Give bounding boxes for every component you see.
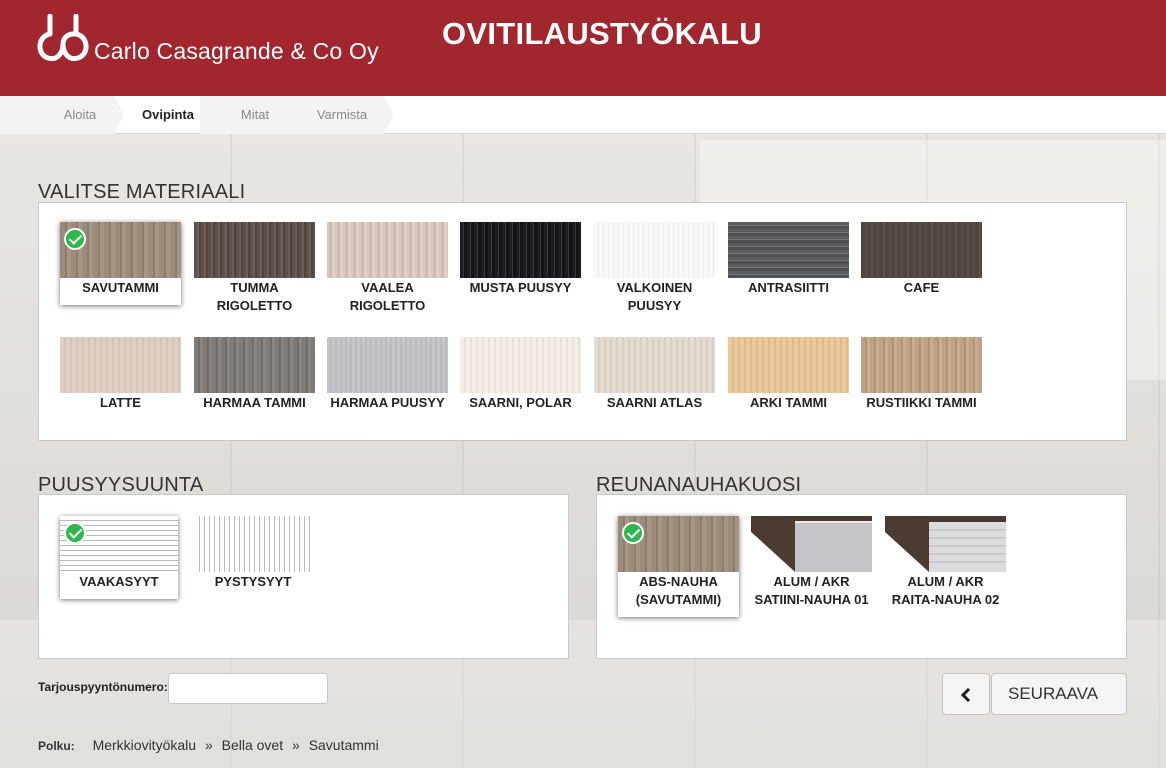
path-separator: » xyxy=(292,737,300,753)
next-button[interactable]: SEURAAVA xyxy=(991,673,1127,715)
material-swatch[interactable]: HARMAA TAMMI xyxy=(194,337,315,412)
material-swatch[interactable]: MUSTA PUUSYY xyxy=(460,222,581,297)
edge-swatch[interactable]: ABS-NAUHA (SAVUTAMMI) xyxy=(618,516,739,617)
material-swatch[interactable]: TUMMA RIGOLETTO xyxy=(194,222,315,315)
material-image xyxy=(861,337,982,393)
path-label: Polku: xyxy=(38,739,75,753)
path-current: Savutammi xyxy=(308,737,379,753)
material-swatch[interactable]: VAALEA RIGOLETTO xyxy=(327,222,448,315)
quote-number-input[interactable] xyxy=(168,673,328,704)
material-label: HARMAA TAMMI xyxy=(203,395,306,410)
chevron-left-icon xyxy=(960,687,976,703)
check-icon xyxy=(64,228,86,250)
step-ovipinta[interactable]: Ovipinta xyxy=(130,96,206,134)
check-icon xyxy=(64,522,86,544)
back-button[interactable] xyxy=(942,673,990,715)
material-label: SAARNI, POLAR xyxy=(469,395,572,410)
edge-panel: ABS-NAUHA (SAVUTAMMI) ALUM / AKR SATIINI… xyxy=(596,494,1127,659)
grain-label: VAAKASYYT xyxy=(79,574,159,589)
path-link-bella[interactable]: Bella ovet xyxy=(222,737,283,753)
step-divider xyxy=(114,96,124,134)
edge-label: ALUM / AKR SATIINI-NAUHA 01 xyxy=(754,574,869,607)
material-label: ANTRASIITTI xyxy=(748,280,829,295)
material-label: MUSTA PUUSYY xyxy=(469,280,572,295)
material-label: VAALEA RIGOLETTO xyxy=(349,280,426,313)
material-image xyxy=(594,222,715,278)
material-label: VALKOINEN PUUSYY xyxy=(616,280,693,313)
material-image xyxy=(327,222,448,278)
vertical-grain-icon xyxy=(195,516,311,572)
material-section-title: VALITSE MATERIAALI xyxy=(38,181,246,203)
step-mitat[interactable]: Mitat xyxy=(222,96,288,134)
material-panel: SAVUTAMMI TUMMA RIGOLETTO VAALEA RIGOLET… xyxy=(38,202,1127,441)
company-logo-icon xyxy=(37,14,89,62)
material-label: RUSTIIKKI TAMMI xyxy=(866,395,977,410)
material-label: TUMMA RIGOLETTO xyxy=(216,280,293,313)
material-label: LATTE xyxy=(100,395,141,410)
edge-label: ALUM / AKR RAITA-NAUHA 02 xyxy=(891,574,1000,607)
material-image xyxy=(594,337,715,393)
quote-number-label: Tarjouspyyntönumero: xyxy=(38,680,168,694)
material-image xyxy=(194,337,315,393)
material-swatch[interactable]: RUSTIIKKI TAMMI xyxy=(861,337,982,412)
edge-swatch[interactable]: ALUM / AKR SATIINI-NAUHA 01 xyxy=(751,516,872,609)
path-separator: » xyxy=(204,737,213,753)
material-swatch[interactable]: ARKI TAMMI xyxy=(728,337,849,412)
material-label: SAARNI ATLAS xyxy=(606,395,703,410)
header-bar: Carlo Casagrande & Co Oy OVITILAUSTYÖKAL… xyxy=(0,0,1166,96)
material-swatch[interactable]: VALKOINEN PUUSYY xyxy=(594,222,715,315)
material-image xyxy=(861,222,982,278)
material-swatch[interactable]: LATTE xyxy=(60,337,181,412)
company-name: Carlo Casagrande & Co Oy xyxy=(94,38,379,64)
step-aloita[interactable]: Aloita xyxy=(46,96,114,134)
material-swatch[interactable]: HARMAA PUUSYY xyxy=(327,337,448,412)
material-swatch[interactable]: CAFE xyxy=(861,222,982,297)
material-swatch[interactable]: ANTRASIITTI xyxy=(728,222,849,297)
material-label: HARMAA PUUSYY xyxy=(330,395,445,410)
grain-swatch[interactable]: PYSTYSYYT xyxy=(195,516,311,591)
material-image xyxy=(460,337,581,393)
path-breadcrumb: Polku: Merkkiovityökalu » Bella ovet » S… xyxy=(38,737,379,753)
material-image xyxy=(60,337,181,393)
path-link-tool[interactable]: Merkkiovityökalu xyxy=(93,737,196,753)
material-swatch[interactable]: SAARNI, POLAR xyxy=(460,337,581,412)
step-varmista[interactable]: Varmista xyxy=(306,96,378,134)
material-swatch[interactable]: SAARNI ATLAS xyxy=(594,337,715,412)
material-image xyxy=(194,222,315,278)
step-breadcrumb: Aloita Ovipinta Mitat Varmista xyxy=(0,96,1166,134)
page-title: OVITILAUSTYÖKALU xyxy=(442,16,762,51)
grain-panel: VAAKASYYT PYSTYSYYT xyxy=(38,494,569,659)
material-label: SAVUTAMMI xyxy=(82,280,159,295)
grain-label: PYSTYSYYT xyxy=(214,574,292,589)
edge-satin-image xyxy=(751,516,872,572)
material-label: ARKI TAMMI xyxy=(749,395,828,410)
material-image xyxy=(728,337,849,393)
material-label: CAFE xyxy=(903,280,940,295)
step-divider xyxy=(384,96,394,134)
material-image xyxy=(460,222,581,278)
edge-swatch[interactable]: ALUM / AKR RAITA-NAUHA 02 xyxy=(885,516,1006,609)
edge-stripe-image xyxy=(885,516,1006,572)
grain-swatch[interactable]: VAAKASYYT xyxy=(60,516,178,599)
material-image xyxy=(327,337,448,393)
edge-label: ABS-NAUHA (SAVUTAMMI) xyxy=(635,574,722,607)
check-icon xyxy=(622,522,644,544)
material-swatch[interactable]: SAVUTAMMI xyxy=(60,222,181,305)
material-image xyxy=(728,222,849,278)
